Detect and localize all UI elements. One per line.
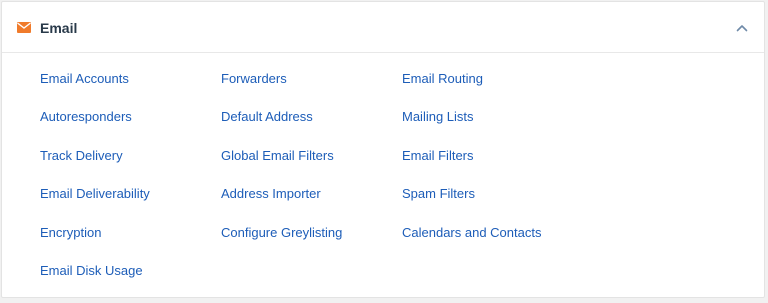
email-panel-header[interactable]: Email: [2, 2, 764, 53]
link-email-accounts[interactable]: Email Accounts: [40, 71, 129, 87]
link-autoresponders[interactable]: Autoresponders: [40, 109, 132, 125]
link-track-delivery[interactable]: Track Delivery: [40, 148, 123, 164]
link-mailing-lists[interactable]: Mailing Lists: [402, 109, 474, 125]
link-calendars-and-contacts[interactable]: Calendars and Contacts: [402, 225, 541, 241]
link-default-address[interactable]: Default Address: [221, 109, 313, 125]
chevron-up-icon[interactable]: [734, 20, 750, 36]
link-email-deliverability[interactable]: Email Deliverability: [40, 186, 150, 202]
link-global-email-filters[interactable]: Global Email Filters: [221, 148, 334, 164]
envelope-icon: [17, 22, 31, 33]
email-links-grid: Email Accounts Autoresponders Track Deli…: [2, 53, 764, 299]
link-encryption[interactable]: Encryption: [40, 225, 101, 241]
section-title: Email: [40, 20, 78, 36]
link-spam-filters[interactable]: Spam Filters: [402, 186, 475, 202]
link-configure-greylisting[interactable]: Configure Greylisting: [221, 225, 342, 241]
link-email-filters[interactable]: Email Filters: [402, 148, 474, 164]
link-email-disk-usage[interactable]: Email Disk Usage: [40, 263, 143, 279]
link-forwarders[interactable]: Forwarders: [221, 71, 287, 87]
email-panel: Email Email Accounts Autoresponders Trac…: [1, 1, 765, 298]
link-address-importer[interactable]: Address Importer: [221, 186, 321, 202]
link-email-routing[interactable]: Email Routing: [402, 71, 483, 87]
